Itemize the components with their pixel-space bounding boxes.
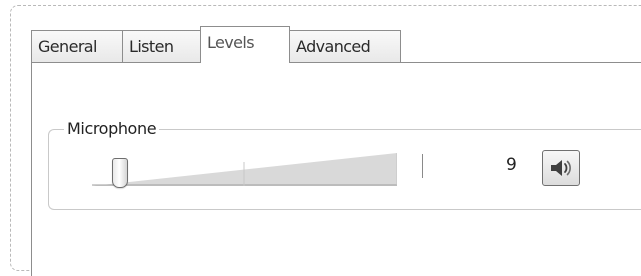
microphone-volume-slider[interactable]	[92, 150, 397, 188]
slider-thumb[interactable]	[112, 158, 128, 188]
tab-general[interactable]: General	[31, 30, 123, 63]
speaker-icon	[551, 160, 571, 176]
tab-advanced[interactable]: Advanced	[289, 30, 401, 63]
tab-levels[interactable]: Levels	[200, 26, 290, 63]
level-separator	[422, 154, 423, 178]
tab-strip: General Listen Levels Advanced	[31, 26, 401, 63]
microphone-level-value: 9	[506, 155, 517, 175]
microphone-label: Microphone	[64, 119, 160, 138]
tab-listen[interactable]: Listen	[122, 30, 201, 63]
mute-button[interactable]	[542, 150, 580, 186]
slider-track	[92, 153, 397, 186]
